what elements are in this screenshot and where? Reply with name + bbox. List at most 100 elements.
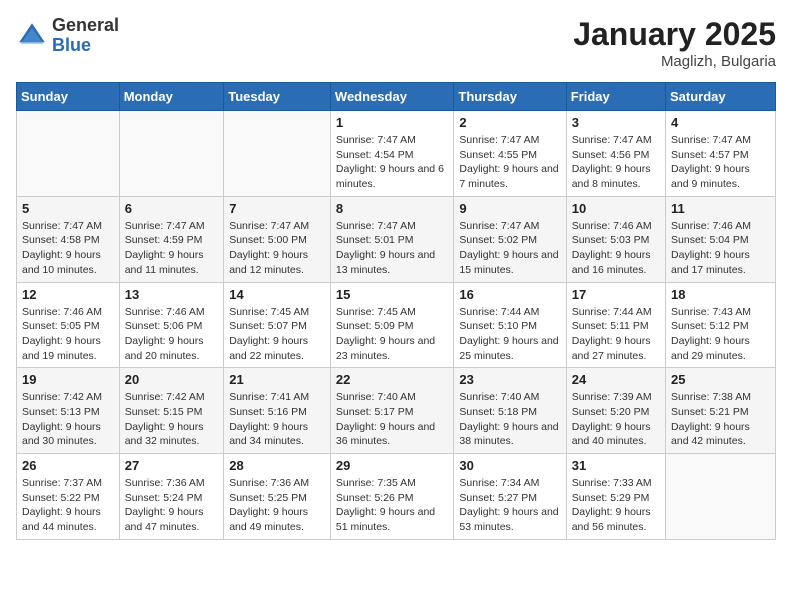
day-number: 1 xyxy=(336,115,449,130)
day-number: 9 xyxy=(459,201,560,216)
day-info: Sunrise: 7:46 AM Sunset: 5:06 PM Dayligh… xyxy=(125,305,219,364)
calendar-cell: 2Sunrise: 7:47 AM Sunset: 4:55 PM Daylig… xyxy=(454,111,566,197)
day-info: Sunrise: 7:39 AM Sunset: 5:20 PM Dayligh… xyxy=(572,390,660,449)
day-info: Sunrise: 7:47 AM Sunset: 5:01 PM Dayligh… xyxy=(336,219,449,278)
day-number: 6 xyxy=(125,201,219,216)
weekday-header: Friday xyxy=(566,83,665,111)
calendar-cell: 21 Sunrise: 7:41 AM Sunset: 5:16 PM Dayli… xyxy=(224,368,331,454)
weekday-header: Monday xyxy=(119,83,224,111)
calendar-cell: 9 Sunrise: 7:47 AM Sunset: 5:02 PM Daylig… xyxy=(454,196,566,282)
calendar-cell xyxy=(119,111,224,197)
calendar-cell: 18 Sunrise: 7:43 AM Sunset: 5:12 PM Dayli… xyxy=(666,282,776,368)
day-number: 24 xyxy=(572,372,660,387)
day-info: Sunrise: 7:40 AM Sunset: 5:18 PM Dayligh… xyxy=(459,390,560,449)
day-number: 12 xyxy=(22,287,114,302)
calendar-cell: 19 Sunrise: 7:42 AM Sunset: 5:13 PM Dayli… xyxy=(17,368,120,454)
logo: General Blue xyxy=(16,16,119,56)
logo-general: General xyxy=(52,15,119,35)
day-number: 3 xyxy=(572,115,660,130)
logo-text: General Blue xyxy=(52,16,119,56)
calendar-cell: 23 Sunrise: 7:40 AM Sunset: 5:18 PM Dayli… xyxy=(454,368,566,454)
day-number: 23 xyxy=(459,372,560,387)
day-info: Sunrise: 7:46 AM Sunset: 5:05 PM Dayligh… xyxy=(22,305,114,364)
calendar-cell: 16 Sunrise: 7:44 AM Sunset: 5:10 PM Dayli… xyxy=(454,282,566,368)
day-number: 5 xyxy=(22,201,114,216)
calendar-cell: 3Sunrise: 7:47 AM Sunset: 4:56 PM Daylig… xyxy=(566,111,665,197)
day-info: Sunrise: 7:47 AM Sunset: 5:00 PM Dayligh… xyxy=(229,219,325,278)
day-number: 11 xyxy=(671,201,770,216)
day-number: 31 xyxy=(572,458,660,473)
day-number: 10 xyxy=(572,201,660,216)
day-info: Sunrise: 7:47 AM Sunset: 5:02 PM Dayligh… xyxy=(459,219,560,278)
calendar-cell: 1 Sunrise: 7:47 AM Sunset: 4:54 PM Daylig… xyxy=(330,111,454,197)
day-number: 2 xyxy=(459,115,560,130)
day-number: 8 xyxy=(336,201,449,216)
title-area: January 2025 Maglizh, Bulgaria xyxy=(573,16,776,70)
calendar-cell xyxy=(666,454,776,540)
day-info: Sunrise: 7:33 AM Sunset: 5:29 PM Dayligh… xyxy=(572,476,660,535)
calendar-cell: 20 Sunrise: 7:42 AM Sunset: 5:15 PM Dayli… xyxy=(119,368,224,454)
day-number: 22 xyxy=(336,372,449,387)
calendar-cell: 27 Sunrise: 7:36 AM Sunset: 5:24 PM Dayli… xyxy=(119,454,224,540)
calendar-cell: 13Sunrise: 7:46 AM Sunset: 5:06 PM Dayli… xyxy=(119,282,224,368)
calendar-cell: 31 Sunrise: 7:33 AM Sunset: 5:29 PM Dayli… xyxy=(566,454,665,540)
header: General Blue January 2025 Maglizh, Bulga… xyxy=(16,16,776,70)
day-info: Sunrise: 7:43 AM Sunset: 5:12 PM Dayligh… xyxy=(671,305,770,364)
day-info: Sunrise: 7:47 AM Sunset: 4:58 PM Dayligh… xyxy=(22,219,114,278)
calendar-cell: 11 Sunrise: 7:46 AM Sunset: 5:04 PM Dayli… xyxy=(666,196,776,282)
calendar-header: SundayMondayTuesdayWednesdayThursdayFrid… xyxy=(17,83,776,111)
day-number: 15 xyxy=(336,287,449,302)
day-info: Sunrise: 7:45 AM Sunset: 5:07 PM Dayligh… xyxy=(229,305,325,364)
day-info: Sunrise: 7:34 AM Sunset: 5:27 PM Dayligh… xyxy=(459,476,560,535)
day-info: Sunrise: 7:36 AM Sunset: 5:24 PM Dayligh… xyxy=(125,476,219,535)
day-number: 19 xyxy=(22,372,114,387)
day-info: Sunrise: 7:46 AM Sunset: 5:04 PM Dayligh… xyxy=(671,219,770,278)
calendar-week-row: 19 Sunrise: 7:42 AM Sunset: 5:13 PM Dayli… xyxy=(17,368,776,454)
day-info: Sunrise: 7:42 AM Sunset: 5:15 PM Dayligh… xyxy=(125,390,219,449)
calendar-cell xyxy=(224,111,331,197)
day-info: Sunrise: 7:36 AM Sunset: 5:25 PM Dayligh… xyxy=(229,476,325,535)
day-number: 28 xyxy=(229,458,325,473)
day-info: Sunrise: 7:41 AM Sunset: 5:16 PM Dayligh… xyxy=(229,390,325,449)
calendar-week-row: 26 Sunrise: 7:37 AM Sunset: 5:22 PM Dayli… xyxy=(17,454,776,540)
day-number: 25 xyxy=(671,372,770,387)
calendar-cell: 24 Sunrise: 7:39 AM Sunset: 5:20 PM Dayli… xyxy=(566,368,665,454)
calendar-cell: 5 Sunrise: 7:47 AM Sunset: 4:58 PM Daylig… xyxy=(17,196,120,282)
day-number: 27 xyxy=(125,458,219,473)
calendar-title: January 2025 xyxy=(573,16,776,53)
calendar-table: SundayMondayTuesdayWednesdayThursdayFrid… xyxy=(16,82,776,540)
calendar-subtitle: Maglizh, Bulgaria xyxy=(573,53,776,70)
day-info: Sunrise: 7:47 AM Sunset: 4:57 PM Dayligh… xyxy=(671,133,770,192)
day-number: 26 xyxy=(22,458,114,473)
day-info: Sunrise: 7:44 AM Sunset: 5:10 PM Dayligh… xyxy=(459,305,560,364)
day-number: 21 xyxy=(229,372,325,387)
day-number: 17 xyxy=(572,287,660,302)
day-number: 14 xyxy=(229,287,325,302)
day-info: Sunrise: 7:46 AM Sunset: 5:03 PM Dayligh… xyxy=(572,219,660,278)
day-info: Sunrise: 7:37 AM Sunset: 5:22 PM Dayligh… xyxy=(22,476,114,535)
calendar-cell: 30Sunrise: 7:34 AM Sunset: 5:27 PM Dayli… xyxy=(454,454,566,540)
weekday-header: Tuesday xyxy=(224,83,331,111)
weekday-header: Saturday xyxy=(666,83,776,111)
day-info: Sunrise: 7:38 AM Sunset: 5:21 PM Dayligh… xyxy=(671,390,770,449)
calendar-cell: 8 Sunrise: 7:47 AM Sunset: 5:01 PM Daylig… xyxy=(330,196,454,282)
day-info: Sunrise: 7:47 AM Sunset: 4:59 PM Dayligh… xyxy=(125,219,219,278)
calendar-cell xyxy=(17,111,120,197)
calendar-cell: 15Sunrise: 7:45 AM Sunset: 5:09 PM Dayli… xyxy=(330,282,454,368)
calendar-cell: 14 Sunrise: 7:45 AM Sunset: 5:07 PM Dayli… xyxy=(224,282,331,368)
calendar-cell: 12 Sunrise: 7:46 AM Sunset: 5:05 PM Dayli… xyxy=(17,282,120,368)
day-number: 20 xyxy=(125,372,219,387)
day-info: Sunrise: 7:42 AM Sunset: 5:13 PM Dayligh… xyxy=(22,390,114,449)
calendar-cell: 10 Sunrise: 7:46 AM Sunset: 5:03 PM Dayli… xyxy=(566,196,665,282)
day-number: 16 xyxy=(459,287,560,302)
calendar-cell: 17Sunrise: 7:44 AM Sunset: 5:11 PM Dayli… xyxy=(566,282,665,368)
day-info: Sunrise: 7:47 AM Sunset: 4:54 PM Dayligh… xyxy=(336,133,449,192)
weekday-header: Sunday xyxy=(17,83,120,111)
calendar-cell: 28 Sunrise: 7:36 AM Sunset: 5:25 PM Dayli… xyxy=(224,454,331,540)
calendar-cell: 22Sunrise: 7:40 AM Sunset: 5:17 PM Dayli… xyxy=(330,368,454,454)
day-number: 4 xyxy=(671,115,770,130)
weekday-row: SundayMondayTuesdayWednesdayThursdayFrid… xyxy=(17,83,776,111)
day-number: 18 xyxy=(671,287,770,302)
day-number: 7 xyxy=(229,201,325,216)
weekday-header: Thursday xyxy=(454,83,566,111)
